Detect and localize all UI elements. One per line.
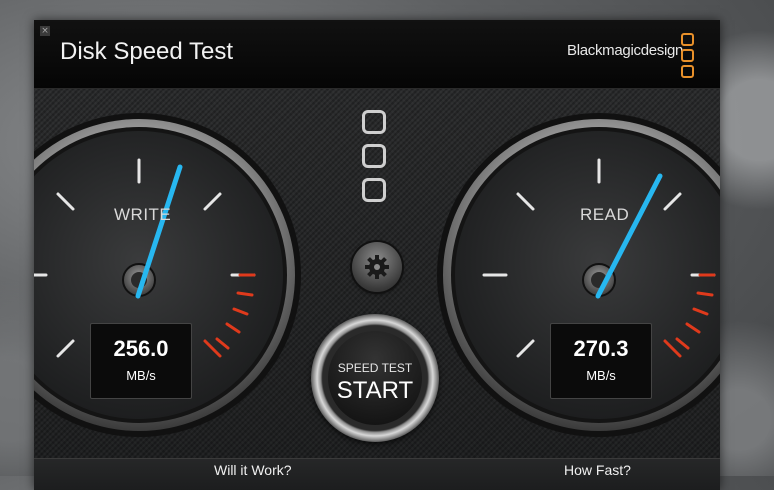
read-speed-value: 270.3 <box>573 336 629 361</box>
start-button[interactable]: SPEED TEST START <box>311 314 439 442</box>
disk-speed-test-window: × Disk Speed Test Blackmagicdesign WRITE… <box>34 20 720 490</box>
gear-icon <box>365 255 389 279</box>
write-speed-unit: MB/s <box>126 368 156 383</box>
status-indicator-icon <box>362 178 386 202</box>
brand-name: Blackmagicdesign <box>567 42 684 59</box>
write-readout: 256.0 MB/s <box>90 323 192 399</box>
start-button-label: START <box>336 377 414 404</box>
status-indicator-icon <box>362 110 386 134</box>
settings-button[interactable] <box>352 242 402 292</box>
brand-logo-icon <box>681 33 694 81</box>
close-icon[interactable]: × <box>40 26 50 36</box>
read-speed-unit: MB/s <box>586 368 616 383</box>
title-bar: × Disk Speed Test Blackmagicdesign <box>34 20 720 89</box>
start-button-face: SPEED TEST START <box>328 331 422 425</box>
write-label: WRITE <box>114 205 172 224</box>
write-speed-value: 256.0 <box>113 336 169 361</box>
read-readout: 270.3 MB/s <box>550 323 652 399</box>
start-button-caption: SPEED TEST <box>337 361 413 375</box>
app-title: Disk Speed Test <box>60 38 233 65</box>
status-indicator-icon <box>362 144 386 168</box>
read-label: READ <box>580 205 630 224</box>
